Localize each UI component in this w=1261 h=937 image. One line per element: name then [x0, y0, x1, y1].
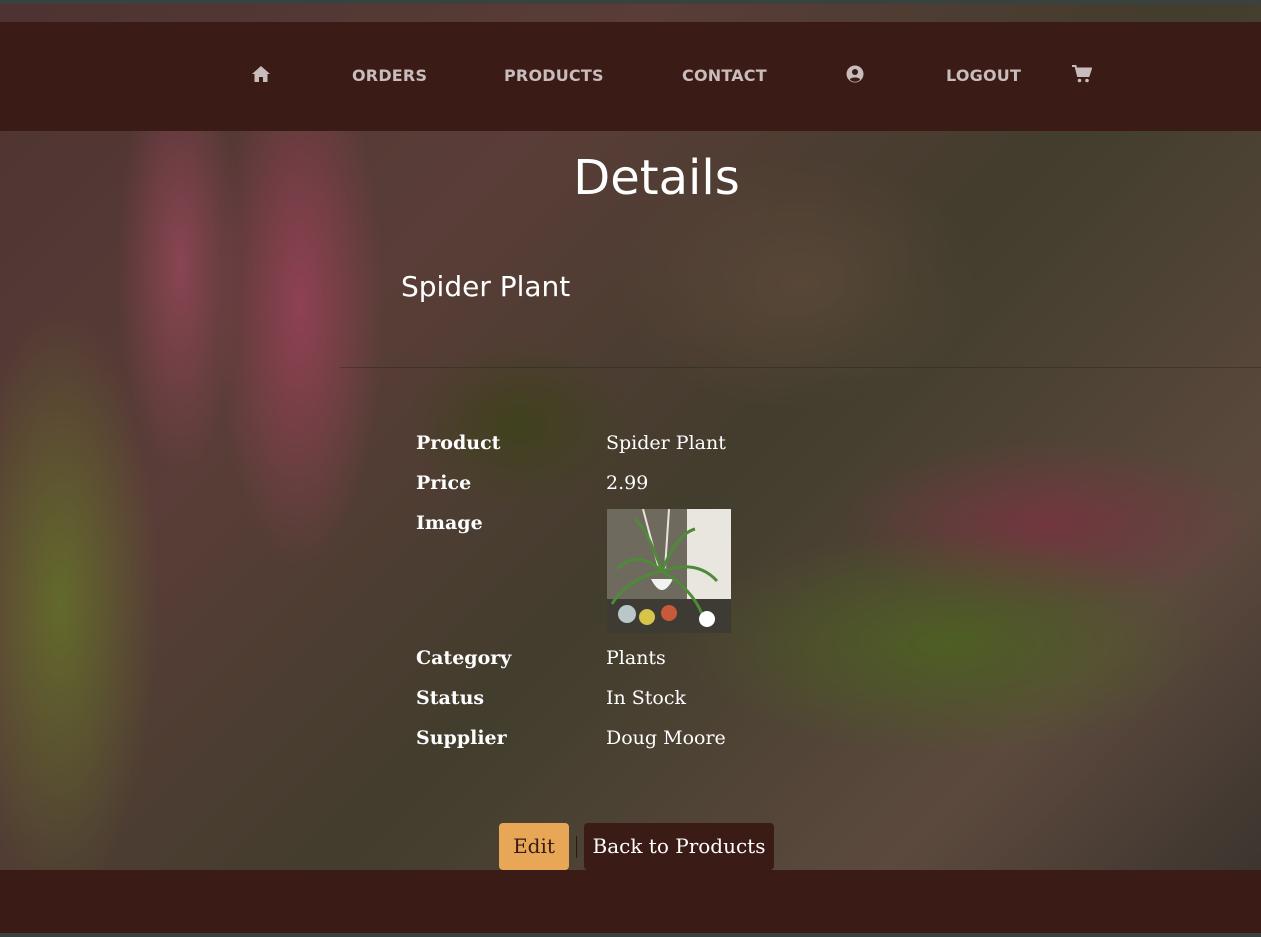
nav-logout[interactable]: LOGOUT	[946, 66, 1021, 85]
footer	[0, 870, 1261, 933]
detail-value: Doug Moore	[606, 727, 726, 749]
nav-orders[interactable]: ORDERS	[352, 66, 427, 85]
section-divider	[340, 367, 1261, 368]
product-heading: Spider Plant	[401, 270, 571, 303]
home-icon[interactable]	[251, 65, 271, 87]
background-plant-photo	[0, 4, 1261, 933]
back-to-products-button[interactable]: Back to Products	[584, 823, 774, 870]
nav-products[interactable]: PRODUCTS	[504, 66, 604, 85]
detail-label: Price	[416, 472, 472, 494]
detail-label: Image	[416, 512, 483, 534]
main-nav: ORDERS PRODUCTS CONTACT LOGOUT	[0, 22, 1261, 131]
detail-label: Category	[416, 647, 512, 669]
detail-value: Spider Plant	[606, 432, 726, 454]
page-title: Details	[573, 150, 740, 206]
detail-value: 2.99	[606, 472, 649, 494]
detail-value: Plants	[606, 647, 666, 669]
detail-label: Product	[416, 432, 501, 454]
window-bottom-edge	[0, 933, 1261, 937]
cart-icon[interactable]	[1072, 65, 1093, 87]
detail-label: Status	[416, 687, 485, 709]
button-separator	[576, 836, 577, 858]
user-circle-icon[interactable]	[846, 65, 864, 87]
top-navbar: ORDERS PRODUCTS CONTACT LOGOUT	[0, 22, 1261, 131]
detail-label: Supplier	[416, 727, 507, 749]
edit-button[interactable]: Edit	[499, 823, 569, 870]
nav-contact[interactable]: CONTACT	[682, 66, 767, 85]
product-image	[607, 509, 731, 633]
detail-value: In Stock	[606, 687, 687, 709]
